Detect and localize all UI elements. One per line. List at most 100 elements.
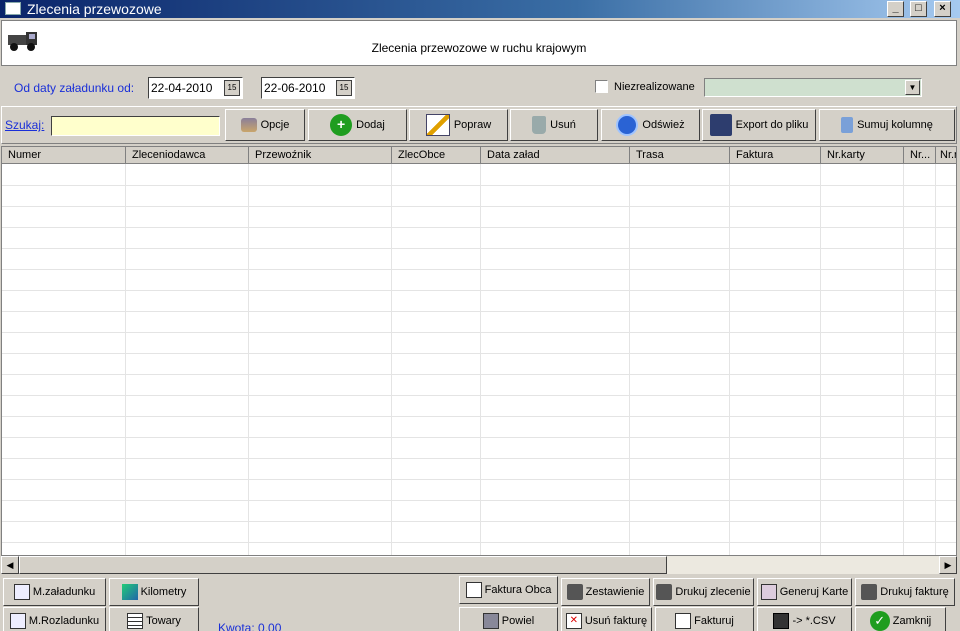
column-header-nr-karty[interactable]: Nr.karty: [821, 147, 904, 164]
column-header-data-zalad[interactable]: Data załad: [481, 147, 630, 164]
minimize-button[interactable]: _: [887, 1, 904, 17]
date-to-value: 22-06-2010: [264, 81, 326, 95]
delete-label: Usuń: [550, 119, 576, 131]
grid-column-line: [125, 164, 126, 555]
delete-invoice-button[interactable]: ✕ Usuń fakturę: [561, 607, 652, 631]
save-icon: [709, 114, 732, 136]
invoice-button[interactable]: Fakturuj: [655, 607, 754, 631]
chevron-down-icon[interactable]: ▼: [905, 80, 920, 95]
column-header-nr-r[interactable]: Nr.r: [936, 147, 956, 164]
column-header-trasa[interactable]: Trasa: [630, 147, 730, 164]
edit-label: Popraw: [453, 119, 492, 131]
print-invoice-label: Drukuj fakturę: [880, 586, 949, 598]
generate-card-label: Generuj Karte: [779, 586, 849, 598]
duplicate-button[interactable]: Powiel: [459, 607, 558, 631]
close-window-button[interactable]: ✓ Zamknij: [855, 607, 946, 631]
loading-places-label: M.załadunku: [32, 586, 96, 598]
date-from-field[interactable]: 22-04-2010 15: [148, 77, 243, 99]
invoice-label: Fakturuj: [694, 615, 734, 627]
calendar-icon[interactable]: 15: [224, 80, 240, 96]
grid-row-line: [2, 458, 956, 459]
grid-column-line: [391, 164, 392, 555]
maximize-button[interactable]: □: [910, 1, 927, 17]
printer-icon: [656, 584, 673, 600]
column-header-nr[interactable]: Nr...: [904, 147, 936, 164]
scroll-right-icon[interactable]: ▶: [939, 556, 957, 574]
filter-combo[interactable]: ▼: [704, 78, 922, 97]
plus-icon: +: [330, 114, 353, 136]
orders-grid[interactable]: Numer Zleceniodawca Przewoźnik ZlecObce …: [1, 146, 957, 556]
refresh-button[interactable]: Odśwież: [601, 109, 700, 141]
generate-card-button[interactable]: Generuj Karte: [757, 578, 852, 606]
grid-header: Numer Zleceniodawca Przewoźnik ZlecObce …: [2, 147, 956, 164]
options-label: Opcje: [260, 119, 290, 131]
checkmark-icon: ✓: [869, 611, 890, 631]
foreign-invoice-button[interactable]: Faktura Obca: [459, 576, 558, 604]
delete-invoice-label: Usuń fakturę: [584, 615, 648, 627]
column-header-faktura[interactable]: Faktura: [730, 147, 821, 164]
grid-row-line: [2, 248, 956, 249]
column-header-numer[interactable]: Numer: [2, 147, 126, 164]
print-order-label: Drukuj zlecenie: [675, 586, 751, 598]
export-label: Export do pliku: [735, 119, 809, 131]
goods-button[interactable]: Towary: [109, 607, 199, 631]
grid-row-line: [2, 185, 956, 186]
column-header-zlecobce[interactable]: ZlecObce: [392, 147, 481, 164]
invoice-icon: [465, 582, 482, 598]
amount-label: Kwota: 0.00: [218, 621, 282, 631]
csv-export-label: -> *.CSV: [792, 615, 836, 627]
scroll-thumb[interactable]: [19, 556, 667, 574]
sum-column-label: Sumuj kolumnę: [857, 119, 933, 131]
summary-label: Zestawienie: [585, 586, 645, 598]
grid-row-line: [2, 437, 956, 438]
refresh-icon: [616, 114, 639, 136]
trash-icon: [532, 116, 547, 134]
print-invoice-button[interactable]: Drukuj fakturę: [855, 578, 955, 606]
title-bar: Zlecenia przewozowe _ □ ×: [0, 0, 960, 18]
grid-row-line: [2, 353, 956, 354]
edit-button[interactable]: Popraw: [409, 109, 508, 141]
unrealized-label: Niezrealizowane: [614, 81, 695, 93]
date-from-value: 22-04-2010: [151, 81, 213, 95]
kilometers-label: Kilometry: [140, 586, 187, 598]
kilometers-icon: [121, 584, 138, 600]
close-window-label: Zamknij: [892, 615, 932, 627]
header-panel: Zlecenia przewozowe w ruchu krajowym: [1, 20, 957, 66]
grid-row-line: [2, 206, 956, 207]
goods-icon: [127, 613, 144, 629]
grid-row-line: [2, 521, 956, 522]
loading-places-button[interactable]: M.załadunku: [3, 578, 106, 606]
column-header-zleceniodawca[interactable]: Zleceniodawca: [126, 147, 249, 164]
foreign-invoice-label: Faktura Obca: [484, 584, 552, 596]
print-order-button[interactable]: Drukuj zlecenie: [653, 578, 754, 606]
goods-label: Towary: [146, 615, 181, 627]
scroll-left-icon[interactable]: ◀: [1, 556, 19, 574]
search-input[interactable]: [51, 116, 220, 136]
export-button[interactable]: Export do pliku: [702, 109, 816, 141]
grid-row-line: [2, 227, 956, 228]
page-heading: Zlecenia przewozowe w ruchu krajowym: [371, 41, 587, 55]
column-header-przewoznik[interactable]: Przewoźnik: [249, 147, 392, 164]
csv-icon: [773, 613, 790, 629]
grid-row-line: [2, 416, 956, 417]
calendar-icon[interactable]: 15: [336, 80, 352, 96]
loading-icon: [13, 584, 30, 600]
add-button[interactable]: + Dodaj: [308, 109, 407, 141]
unrealized-checkbox[interactable]: [595, 80, 608, 93]
unloading-places-button[interactable]: M.Rozladunku: [3, 607, 106, 631]
grid-column-line: [629, 164, 630, 555]
date-range-label: Od daty załadunku od:: [14, 81, 135, 95]
grid-row-line: [2, 269, 956, 270]
horizontal-scrollbar[interactable]: ◀ ▶: [1, 556, 957, 574]
date-to-field[interactable]: 22-06-2010 15: [261, 77, 355, 99]
close-button[interactable]: ×: [934, 1, 951, 17]
options-button[interactable]: Opcje: [225, 109, 305, 141]
summary-button[interactable]: Zestawienie: [561, 578, 650, 606]
grid-column-line: [480, 164, 481, 555]
kilometers-button[interactable]: Kilometry: [109, 578, 199, 606]
delete-button[interactable]: Usuń: [510, 109, 598, 141]
grid-row-line: [2, 500, 956, 501]
csv-export-button[interactable]: -> *.CSV: [757, 607, 852, 631]
duplicate-icon: [482, 613, 499, 629]
sum-column-button[interactable]: Sumuj kolumnę: [819, 109, 955, 141]
